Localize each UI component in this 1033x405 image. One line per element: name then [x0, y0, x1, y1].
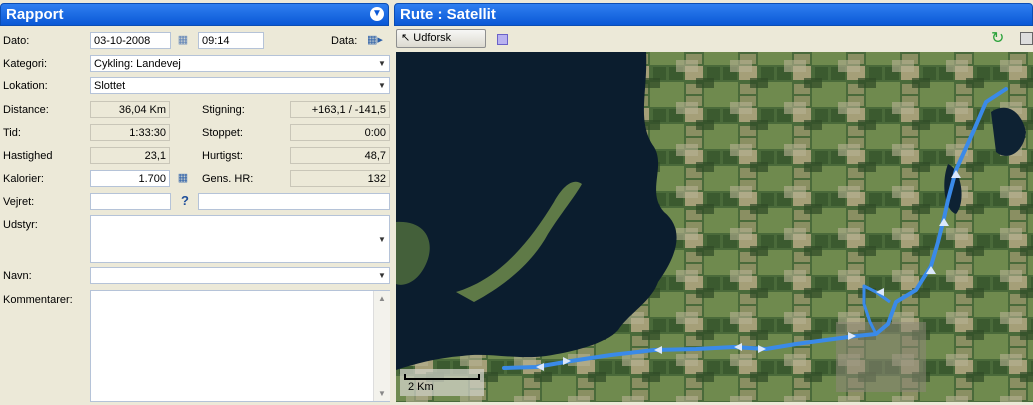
comments-textarea[interactable]: [90, 290, 390, 402]
equipment-list[interactable]: [90, 215, 390, 263]
name-select[interactable]: [90, 267, 390, 284]
category-select[interactable]: Cykling: Landevej: [90, 55, 390, 72]
location-select[interactable]: Slottet: [90, 77, 390, 94]
ascent-value: +163,1 / -141,5: [290, 101, 390, 118]
date-label: Dato:: [3, 35, 30, 47]
explore-button-label: Udforsk: [413, 32, 452, 44]
data-label: Data:: [331, 35, 358, 47]
rapport-title: Rapport: [6, 6, 64, 23]
equipment-label: Udstyr:: [3, 219, 38, 231]
comments-label: Kommentarer:: [3, 294, 73, 306]
explore-button[interactable]: ↖ Udforsk: [396, 29, 486, 48]
rapport-header: Rapport ▼: [0, 3, 389, 26]
equipment-dropdown-icon[interactable]: ▼: [375, 231, 389, 248]
category-dropdown-icon[interactable]: ▼: [375, 55, 389, 72]
calendar-icon[interactable]: ▦: [175, 32, 191, 48]
avg-hr-label: Gens. HR:: [202, 173, 254, 185]
scroll-up-icon[interactable]: ▲: [374, 294, 390, 303]
calories-field[interactable]: 1.700: [90, 170, 170, 187]
distance-value: 36,04 Km: [90, 101, 170, 118]
scroll-down-icon[interactable]: ▼: [374, 389, 390, 398]
speed-value: 23,1: [90, 147, 170, 164]
stopped-label: Stoppet:: [202, 127, 243, 139]
name-label: Navn:: [3, 270, 32, 282]
help-icon[interactable]: ?: [177, 193, 193, 209]
fastest-value: 48,7: [290, 147, 390, 164]
weather-note-field[interactable]: [198, 193, 390, 210]
map-scale: 2 Km: [400, 369, 484, 396]
route-header: Rute : Satellit: [394, 3, 1033, 26]
calculator-icon[interactable]: ▦: [175, 170, 191, 186]
map-toolbar: ↖ Udforsk ↻: [394, 27, 1033, 51]
time-of-day-field[interactable]: 09:14: [198, 32, 264, 49]
ascent-label: Stigning:: [202, 104, 245, 116]
location-dropdown-icon[interactable]: ▼: [375, 77, 389, 94]
time-label: Tid:: [3, 127, 21, 139]
date-field[interactable]: 03-10-2008: [90, 32, 171, 49]
speed-label: Hastighed: [3, 150, 53, 162]
scale-label: 2 Km: [408, 381, 434, 393]
cursor-arrow-icon: ↖: [401, 32, 411, 44]
name-dropdown-icon[interactable]: ▼: [375, 267, 389, 284]
chevron-down-circle-icon[interactable]: ▼: [370, 7, 384, 21]
scale-bar: [404, 374, 480, 380]
stopped-value: 0:00: [290, 124, 390, 141]
weather-field[interactable]: [90, 193, 171, 210]
fastest-label: Hurtigst:: [202, 150, 243, 162]
location-label: Lokation:: [3, 80, 48, 92]
refresh-icon[interactable]: ↻: [991, 29, 1004, 49]
category-label: Kategori:: [3, 58, 48, 70]
satellite-imagery: [396, 52, 1033, 402]
calories-label: Kalorier:: [3, 173, 44, 185]
duration-value: 1:33:30: [90, 124, 170, 141]
avg-hr-value: 132: [290, 170, 390, 187]
square-icon[interactable]: [497, 34, 508, 45]
comments-scrollbar[interactable]: ▲ ▼: [373, 291, 390, 401]
distance-label: Distance:: [3, 104, 49, 116]
route-title: Rute : Satellit: [400, 6, 496, 23]
weather-label: Vejret:: [3, 196, 35, 208]
save-icon[interactable]: [1020, 32, 1033, 45]
data-options-icon[interactable]: ▦▸: [367, 32, 383, 48]
satellite-map[interactable]: 2 Km: [396, 52, 1033, 402]
